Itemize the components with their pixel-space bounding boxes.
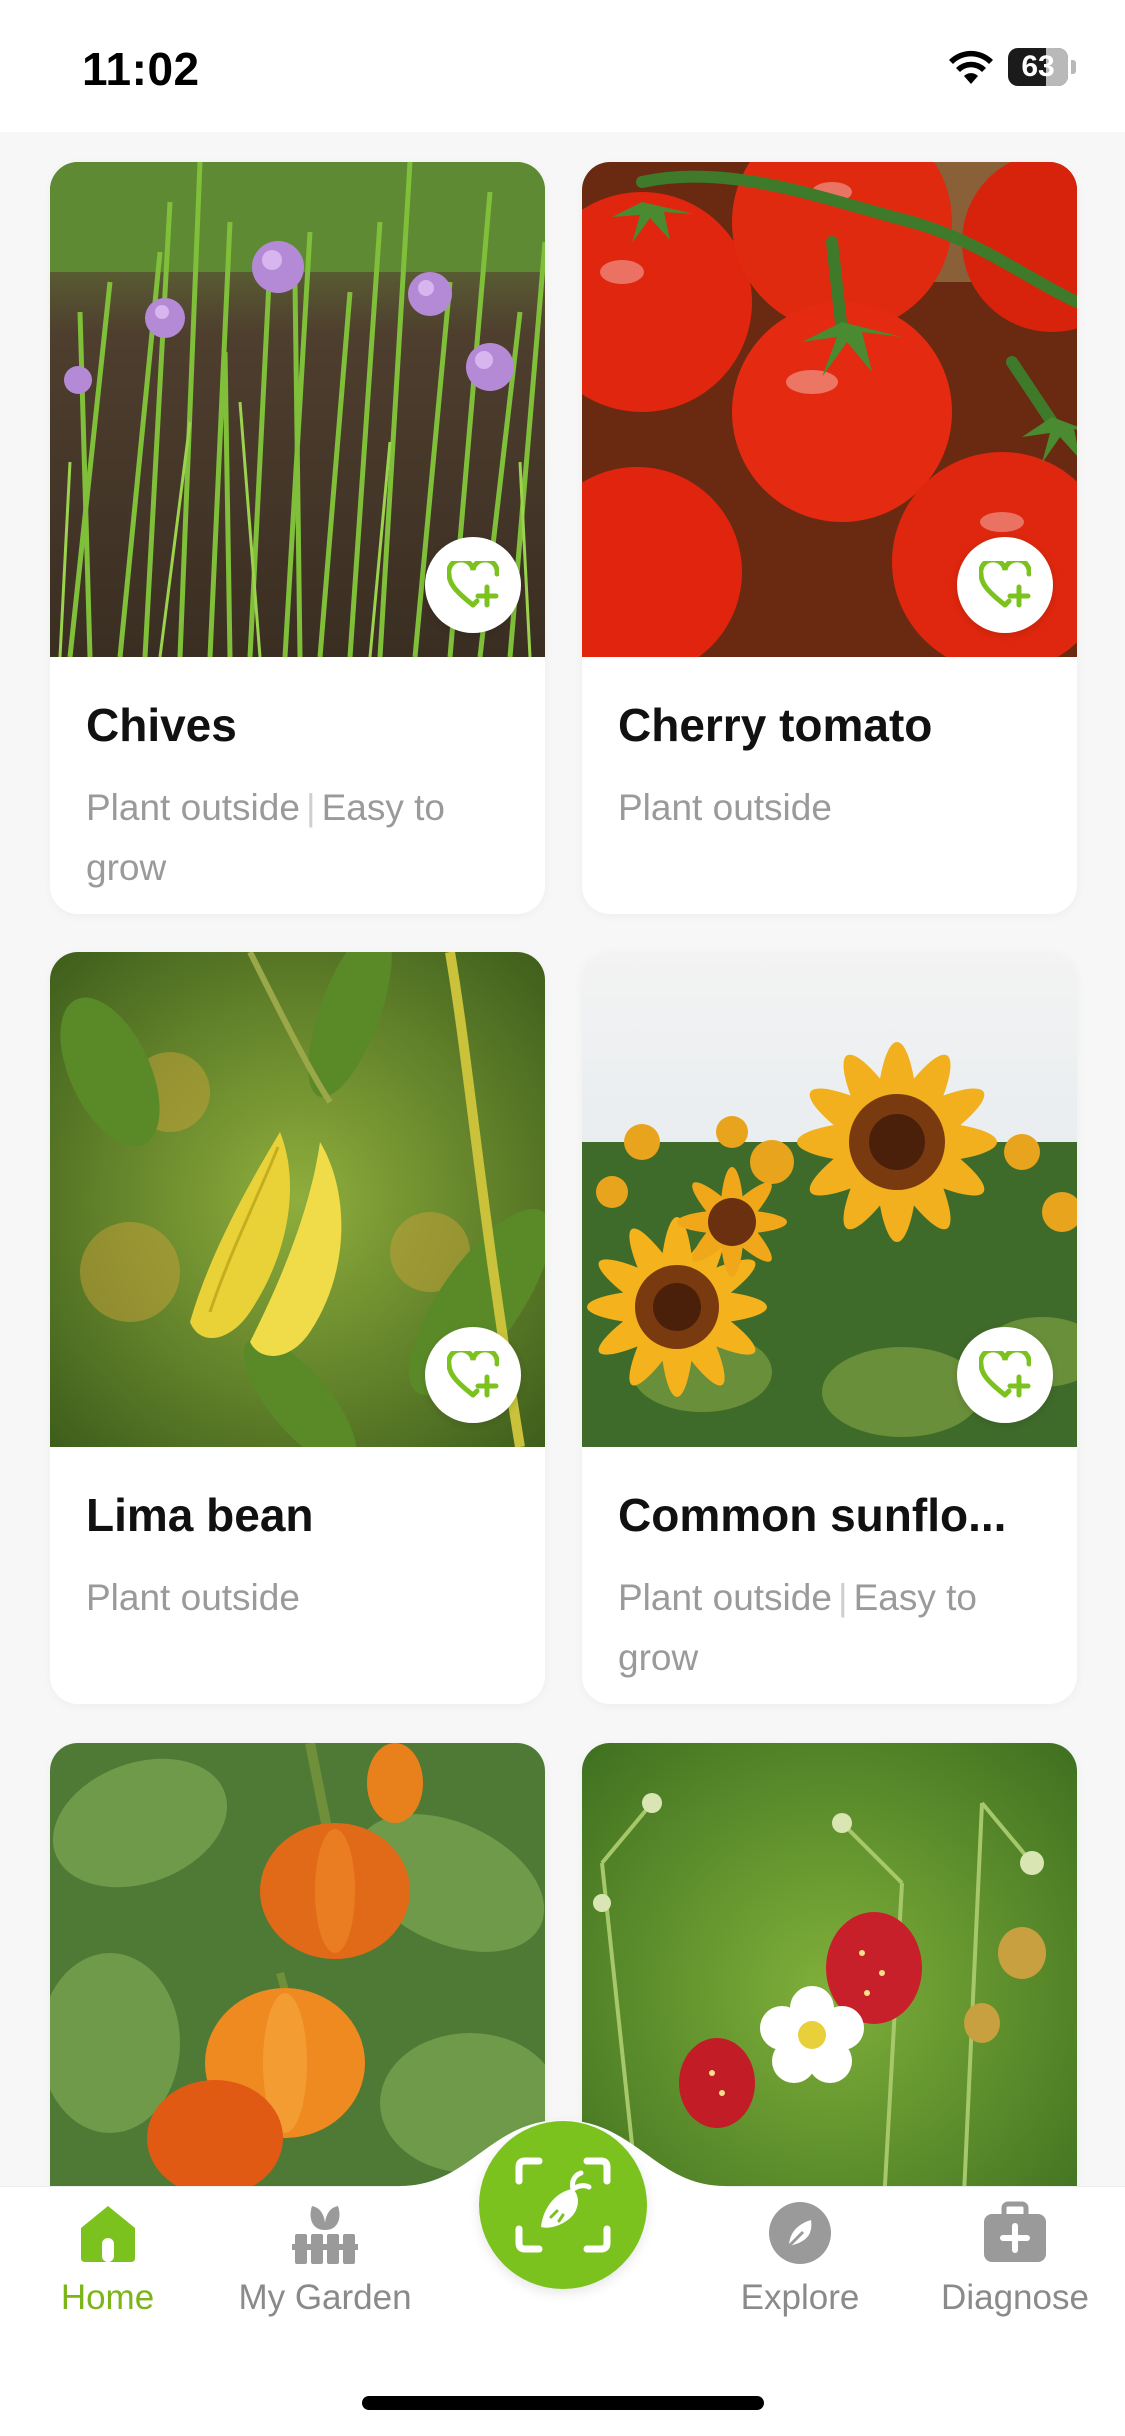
heart-plus-icon bbox=[447, 561, 499, 608]
plant-tags: Plant outside bbox=[618, 787, 832, 828]
plant-name: Common sunflo... bbox=[618, 1489, 1007, 1541]
plant-tags: Plant outside bbox=[86, 1577, 300, 1618]
tab-label: My Garden bbox=[238, 2278, 412, 2317]
plant-name: Chives bbox=[86, 699, 237, 751]
tab-label: Home bbox=[60, 2278, 155, 2317]
favorite-button[interactable] bbox=[425, 537, 521, 633]
plant-card-cherry-tomato[interactable]: Cherry tomato Plant outside bbox=[582, 162, 1077, 914]
plant-card-chives[interactable]: Chives Plant outside | Easy to grow bbox=[50, 162, 545, 914]
heart-plus-icon bbox=[979, 561, 1031, 608]
favorite-button[interactable] bbox=[957, 1327, 1053, 1423]
plant-name: Cherry tomato bbox=[618, 699, 933, 751]
home-indicator bbox=[362, 2396, 764, 2410]
plant-tags: Plant outside | Easy to grow bbox=[618, 1577, 977, 1678]
status-bar: 11:02 63 bbox=[0, 0, 1125, 132]
status-time: 11:02 bbox=[82, 43, 200, 95]
tab-explore[interactable]: Explore bbox=[725, 2200, 875, 2330]
medkit-icon bbox=[984, 2201, 1046, 2262]
plant-card-common-sunflower[interactable]: Common sunflo... Plant outside | Easy to g… bbox=[582, 952, 1077, 1704]
battery-icon: 63 bbox=[1008, 48, 1076, 86]
plant-card-lima-bean[interactable]: Lima bean Plant outside bbox=[50, 952, 545, 1704]
compass-icon bbox=[769, 2202, 831, 2264]
tab-label: Explore bbox=[740, 2278, 860, 2317]
battery-level: 63 bbox=[1021, 50, 1055, 83]
scan-plant-icon bbox=[515, 2157, 611, 2253]
tab-diagnose[interactable]: Diagnose bbox=[920, 2200, 1110, 2330]
plant-home-screen: 11:02 63 Chives Plant outside | Easy to … bbox=[0, 0, 1125, 2436]
plant-tags: Plant outside | Easy to grow bbox=[86, 787, 445, 888]
plant-name: Lima bean bbox=[86, 1489, 314, 1541]
wifi-icon bbox=[949, 50, 993, 84]
tab-my-garden[interactable]: My Garden bbox=[220, 2200, 430, 2330]
tab-home[interactable]: Home bbox=[40, 2200, 175, 2330]
garden-icon bbox=[292, 2206, 358, 2264]
home-icon bbox=[80, 2206, 135, 2262]
scan-plant-button[interactable] bbox=[479, 2121, 647, 2289]
favorite-button[interactable] bbox=[425, 1327, 521, 1423]
tab-label: Diagnose bbox=[941, 2278, 1089, 2317]
heart-plus-icon bbox=[447, 1351, 499, 1398]
favorite-button[interactable] bbox=[957, 537, 1053, 633]
heart-plus-icon bbox=[979, 1351, 1031, 1398]
